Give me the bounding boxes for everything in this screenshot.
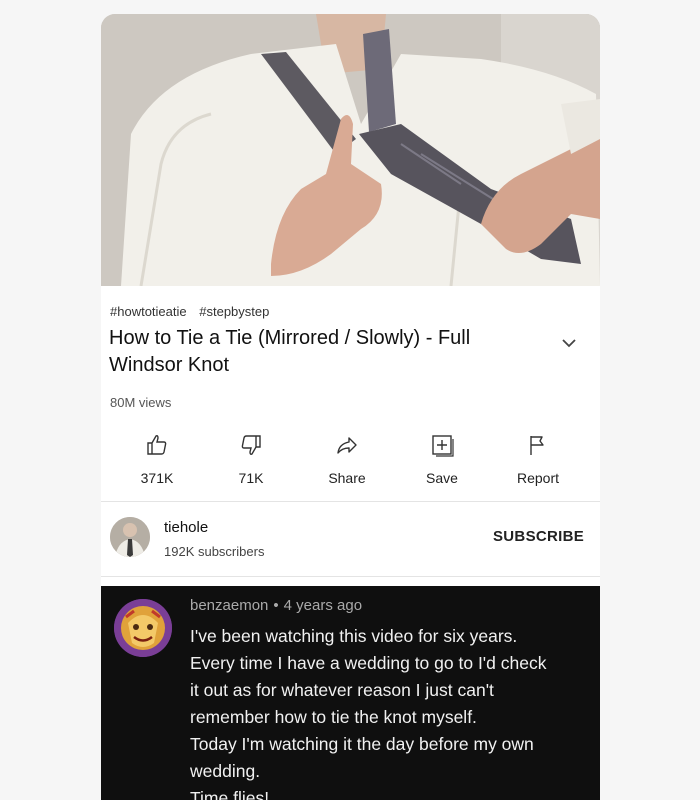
comment-line: remember how to tie the knot myself. [190, 707, 477, 727]
dislike-count: 71K [238, 470, 264, 486]
commenter-avatar-image [114, 599, 172, 657]
like-count: 371K [140, 470, 174, 486]
comment-time: 4 years ago [283, 597, 363, 614]
hashtag-list: #howtotieatie #stepbystep [110, 304, 278, 319]
channel-name[interactable]: tiehole [164, 519, 208, 536]
chevron-down-icon [562, 339, 576, 348]
comment-line: wedding. [190, 761, 261, 781]
subscriber-count: 192K subscribers [164, 544, 265, 559]
share-button[interactable]: Share [307, 429, 387, 486]
divider [101, 576, 600, 577]
meta-separator: • [273, 597, 279, 614]
video-thumbnail[interactable] [101, 14, 600, 286]
channel-row: tiehole 192K subscribers SUBSCRIBE [101, 504, 600, 574]
save-label: Save [426, 470, 458, 486]
hashtag-link[interactable]: #howtotieatie [110, 304, 187, 319]
report-label: Report [516, 470, 560, 486]
like-button[interactable]: 371K [117, 429, 197, 486]
video-title: How to Tie a Tie (Mirrored / Slowly) - F… [109, 327, 471, 376]
share-label: Share [328, 470, 366, 486]
comment-card: benzaemon • 4 years ago I've been watching… [101, 586, 600, 800]
action-bar: 371K 71K Share Save Report [101, 429, 600, 489]
report-button[interactable]: Report [498, 429, 578, 486]
channel-avatar-image [110, 517, 150, 557]
video-frame-image [101, 14, 600, 286]
subscribe-button[interactable]: SUBSCRIBE [493, 528, 584, 545]
comment-line: I've been watching this video for six ye… [190, 626, 518, 646]
comment-line: Time flies! [190, 788, 270, 800]
flag-icon [530, 436, 544, 455]
share-arrow-icon [337, 437, 357, 454]
video-page: #howtotieatie #stepbystep How to Tie a T… [101, 14, 600, 800]
comment-meta: benzaemon • 4 years ago [190, 597, 362, 614]
thumbs-up-icon [147, 435, 167, 455]
comment-author[interactable]: benzaemon [190, 597, 268, 614]
view-count: 80M views [110, 395, 172, 410]
comment-text: I've been watching this video for six ye… [190, 623, 590, 800]
save-button[interactable]: Save [402, 429, 482, 486]
thumbs-down-icon [241, 435, 261, 455]
commenter-avatar[interactable] [114, 599, 172, 657]
add-to-playlist-icon [432, 435, 454, 457]
expand-description-button[interactable] [558, 332, 580, 354]
comment-line: Today I'm watching it the day before my … [190, 734, 534, 754]
hashtag-link[interactable]: #stepbystep [199, 304, 269, 319]
divider [101, 501, 600, 502]
channel-avatar[interactable] [110, 517, 150, 557]
dislike-button[interactable]: 71K [211, 429, 291, 486]
comment-line: it out as for whatever reason I just can… [190, 680, 494, 700]
comment-line: Every time I have a wedding to go to I'd… [190, 653, 547, 673]
